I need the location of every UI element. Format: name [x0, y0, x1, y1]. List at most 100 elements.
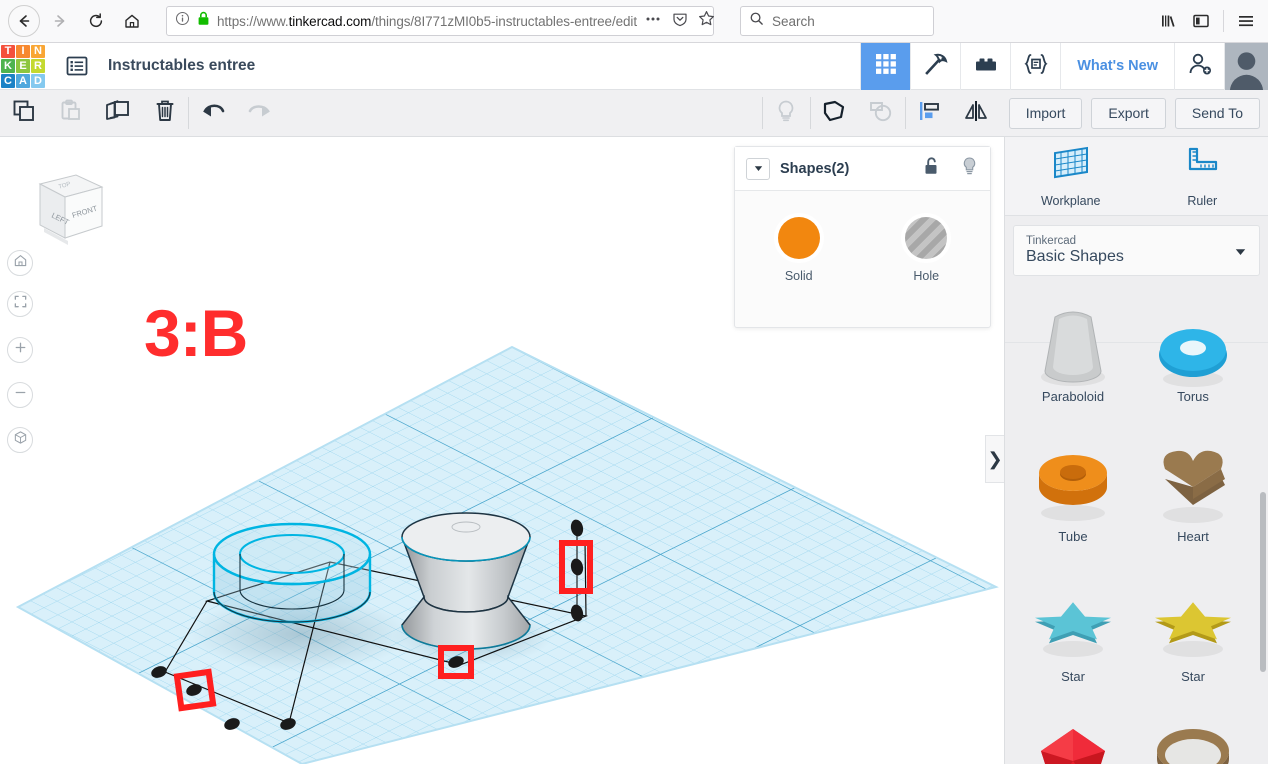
shape-item-polyhedron[interactable]	[1013, 713, 1133, 764]
caret-down-icon[interactable]	[1235, 248, 1246, 259]
undo-button[interactable]	[189, 90, 236, 137]
document-list-icon[interactable]	[64, 53, 90, 79]
browser-search-bar[interactable]: Search	[740, 6, 934, 36]
shape-panel-body: Solid Hole	[735, 191, 990, 283]
invite-people-button[interactable]	[1174, 42, 1224, 90]
ruler-tool[interactable]: Ruler	[1137, 137, 1268, 215]
search-icon	[749, 11, 764, 31]
home-view-button[interactable]	[7, 250, 33, 276]
sidebar-toggle-icon[interactable]	[1185, 5, 1217, 37]
duplicate-icon	[104, 97, 131, 129]
home-icon[interactable]	[116, 5, 148, 37]
delete-button[interactable]	[141, 90, 188, 137]
shapes-grid[interactable]: Paraboloid Torus Tube Heart Star Star	[1005, 311, 1268, 764]
hamburger-menu-icon[interactable]	[1230, 5, 1262, 37]
shape-item-star-yellow[interactable]: Star	[1133, 573, 1253, 713]
zoom-in-button[interactable]	[7, 337, 33, 363]
lightbulb-icon	[774, 98, 798, 129]
zoom-out-button[interactable]	[7, 382, 33, 408]
shapes-panel-scrollbar[interactable]	[1260, 492, 1266, 672]
nav-minecraft[interactable]	[910, 42, 960, 90]
copy-button[interactable]	[0, 90, 47, 137]
project-title[interactable]: Instructables entree	[108, 57, 255, 75]
chevron-right-icon[interactable]: ❯	[985, 435, 1004, 483]
minus-icon	[13, 385, 28, 405]
ring-thumb	[1143, 713, 1243, 764]
info-circle-icon[interactable]	[175, 11, 190, 31]
nav-grid-apps[interactable]	[860, 42, 911, 90]
nav-codeblocks[interactable]	[1010, 42, 1060, 90]
padlock-secure-icon[interactable]	[197, 11, 210, 31]
tinkercad-logo[interactable]: T I N K E R C A D	[0, 44, 46, 89]
shape-hourglass[interactable]	[401, 512, 531, 650]
plus-icon	[13, 340, 28, 360]
chrome-divider	[1223, 10, 1224, 32]
shape-item-torus[interactable]: Torus	[1133, 293, 1253, 433]
hide-button[interactable]	[763, 90, 810, 137]
paste-button[interactable]	[47, 90, 94, 137]
ellipsis-icon[interactable]	[644, 11, 662, 32]
solid-label: Solid	[784, 269, 813, 283]
star5-teal-thumb	[1023, 573, 1123, 673]
copy-icon	[11, 98, 37, 129]
pocket-shield-icon[interactable]	[672, 11, 688, 32]
ungroup-button[interactable]	[858, 90, 905, 137]
paraboloid-thumb	[1023, 293, 1123, 393]
export-button[interactable]: Export	[1091, 97, 1166, 129]
perspective-toggle-button[interactable]	[7, 427, 33, 453]
star-bookmark-icon[interactable]	[698, 10, 715, 32]
view-cube[interactable]: LEFT FRONT TOP	[18, 162, 108, 252]
shape-item-ring[interactable]	[1133, 713, 1253, 764]
logo-tile-d: D	[31, 73, 45, 88]
hole-swatch[interactable]	[905, 217, 948, 259]
app-header: T I N K E R C A D Instructables entree W…	[0, 42, 1268, 90]
shape-library-dropdown[interactable]: Tinkercad Basic Shapes	[1013, 225, 1260, 276]
shape-item-tube[interactable]: Tube	[1013, 433, 1133, 573]
heart-thumb	[1143, 433, 1243, 533]
shapes-library-panel[interactable]: Workplane Ruler Tinkercad Basic Shapes P…	[1004, 137, 1268, 764]
reload-icon[interactable]	[80, 5, 112, 37]
caret-down-icon[interactable]	[746, 157, 770, 180]
fit-to-view-button[interactable]	[7, 291, 33, 317]
send-to-button[interactable]: Send To	[1174, 97, 1260, 129]
shape-tube-selected[interactable]	[212, 522, 372, 624]
logo-tile-t: T	[1, 44, 15, 59]
shape-item-heart[interactable]: Heart	[1133, 433, 1253, 573]
shape-label-star-teal: Star	[1061, 669, 1085, 684]
align-button[interactable]	[906, 90, 953, 137]
group-button[interactable]	[811, 90, 858, 137]
duplicate-button[interactable]	[94, 90, 141, 137]
url-scheme: https://www.	[217, 13, 289, 29]
shape-item-paraboloid[interactable]: Paraboloid	[1013, 293, 1133, 433]
star5-yellow-thumb	[1143, 573, 1243, 673]
unlocked-padlock-icon[interactable]	[923, 156, 942, 181]
redo-arrow-icon	[246, 98, 274, 129]
hole-option[interactable]: Hole	[863, 217, 991, 283]
forward-arrow-icon[interactable]	[44, 5, 76, 37]
lightbulb-icon[interactable]	[960, 156, 979, 181]
ruler-icon	[1180, 144, 1224, 189]
url-bar[interactable]: https://www.tinkercad.com/things/8I771zM…	[166, 6, 714, 36]
logo-tile-a: A	[16, 73, 30, 88]
nav-lego-bricks[interactable]	[960, 42, 1010, 90]
shape-properties-panel[interactable]: Shapes(2) Solid Hole	[734, 146, 991, 328]
shape-panel-title: Shapes(2)	[780, 160, 850, 177]
solid-swatch[interactable]	[777, 217, 820, 259]
workplane-tool[interactable]: Workplane	[1005, 137, 1137, 215]
shape-item-star-teal[interactable]: Star	[1013, 573, 1133, 713]
whats-new-link[interactable]: What's New	[1060, 42, 1174, 90]
back-arrow-icon[interactable]	[8, 5, 40, 37]
paste-clipboard-icon	[58, 98, 84, 129]
library-name-label: Basic Shapes	[1026, 248, 1124, 265]
library-icon[interactable]	[1153, 5, 1185, 37]
solid-option[interactable]: Solid	[735, 217, 863, 283]
redo-button[interactable]	[236, 90, 283, 137]
grid-apps-icon	[873, 51, 899, 82]
mirror-button[interactable]	[953, 90, 1000, 137]
annotation-step-label: 3:B	[144, 296, 248, 370]
user-avatar[interactable]	[1224, 42, 1268, 90]
shape-label-paraboloid: Paraboloid	[1041, 389, 1105, 404]
url-host: tinkercad.com	[288, 13, 372, 29]
library-group-label: Tinkercad	[1026, 235, 1077, 247]
import-button[interactable]: Import	[1008, 97, 1083, 129]
